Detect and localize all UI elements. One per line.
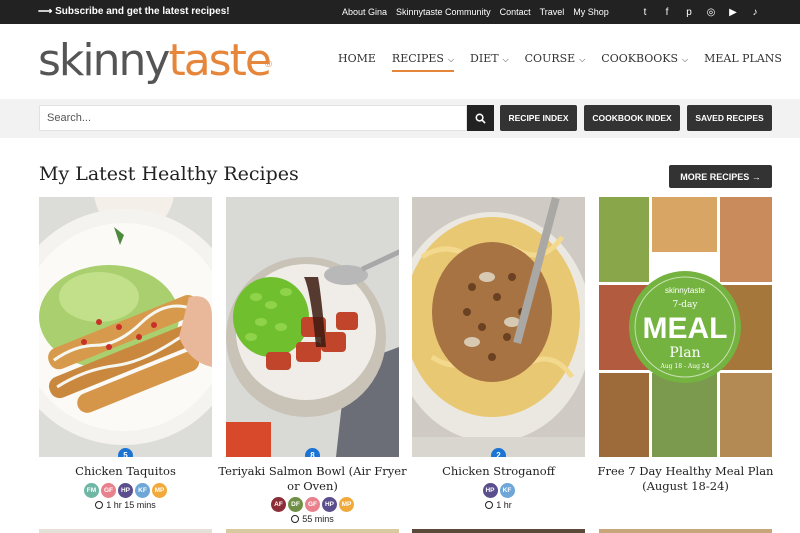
tag-df[interactable]: DF bbox=[288, 497, 303, 512]
cook-time-value: 1 hr 15 mins bbox=[106, 500, 156, 510]
clock-icon bbox=[485, 501, 494, 509]
tag-mp[interactable]: MP bbox=[339, 497, 354, 512]
tag-fm[interactable]: FM bbox=[84, 483, 99, 498]
youtube-icon[interactable]: ▶ bbox=[722, 7, 744, 18]
search-button[interactable] bbox=[467, 105, 494, 131]
diet-tags: FM GF HP KF MP bbox=[39, 483, 212, 498]
top-bar: ⟶ Subscribe and get the latest recipes! … bbox=[0, 0, 800, 24]
nav-cookbooks[interactable]: COOKBOOKS ⌵ bbox=[601, 52, 688, 72]
nav-course-label: COURSE bbox=[524, 52, 576, 65]
tiktok-icon[interactable]: ♪ bbox=[744, 7, 766, 18]
saved-recipes-button[interactable]: SAVED RECIPES bbox=[687, 105, 772, 131]
recipe-card[interactable]: skinnytaste 7-day MEAL Plan Aug 18 - Aug… bbox=[598, 197, 773, 493]
nav-meal-plans[interactable]: MEAL PLANS bbox=[704, 52, 782, 72]
cook-time: 55 mins bbox=[226, 514, 399, 524]
nav-home-label: HOME bbox=[338, 52, 376, 65]
twitter-icon[interactable]: t bbox=[634, 7, 656, 18]
chevron-down-icon: ⌵ bbox=[682, 55, 689, 64]
about-gina-link[interactable]: About Gina bbox=[342, 7, 387, 17]
clock-icon bbox=[291, 515, 300, 523]
recipe-title[interactable]: Chicken Taquitos bbox=[29, 464, 222, 479]
nav-meal-plans-label: MEAL PLANS bbox=[704, 52, 782, 65]
nav-cookbooks-label: COOKBOOKS bbox=[601, 52, 679, 65]
site-logo[interactable]: skinnytaste ® bbox=[38, 34, 273, 88]
chevron-down-icon: ⌵ bbox=[502, 55, 509, 64]
recipe-index-button[interactable]: RECIPE INDEX bbox=[500, 105, 577, 131]
diet-tags: AF DF GF HP MP bbox=[226, 497, 399, 512]
pinterest-icon[interactable]: p bbox=[678, 7, 700, 18]
top-links: About Gina Skinnytaste Community Contact… bbox=[342, 0, 618, 24]
nav-course[interactable]: COURSE ⌵ bbox=[525, 52, 586, 72]
recipe-title[interactable]: Teriyaki Salmon Bowl (Air Fryer or Oven) bbox=[216, 464, 409, 494]
travel-link[interactable]: Travel bbox=[540, 7, 565, 17]
next-row-card bbox=[39, 529, 212, 533]
social-links: t f p ◎ ▶ ♪ bbox=[634, 0, 766, 24]
meal-plan-line3: Plan bbox=[669, 345, 700, 361]
tag-hp[interactable]: HP bbox=[482, 483, 498, 498]
logo-part-taste: taste bbox=[168, 35, 271, 86]
chevron-down-icon: ⌵ bbox=[447, 55, 455, 64]
recipe-card[interactable]: 8 Teriyaki Salmon Bowl (Air Fryer or Ove… bbox=[218, 197, 407, 524]
tag-hp[interactable]: HP bbox=[322, 497, 337, 512]
logo-part-skinny: skinny bbox=[38, 35, 170, 86]
recipe-title[interactable]: Chicken Stroganoff bbox=[402, 464, 595, 479]
nav-home[interactable]: HOME bbox=[338, 52, 376, 72]
meal-plan-dates: Aug 18 - Aug 24 bbox=[659, 363, 709, 370]
meal-plan-brand: skinnytaste bbox=[665, 286, 706, 295]
instagram-icon[interactable]: ◎ bbox=[700, 7, 722, 18]
tag-hp[interactable]: HP bbox=[118, 483, 133, 498]
search-icon bbox=[475, 113, 486, 124]
diet-tags: HP KF bbox=[412, 483, 585, 498]
facebook-icon[interactable]: f bbox=[656, 7, 678, 18]
cook-time-value: 55 mins bbox=[302, 514, 334, 524]
my-shop-link[interactable]: My Shop bbox=[573, 7, 609, 17]
tag-af[interactable]: AF bbox=[271, 497, 286, 512]
nav-recipes-label: RECIPES bbox=[391, 52, 444, 65]
recipe-image[interactable]: 2 bbox=[412, 197, 585, 457]
rating-count-badge: 5 bbox=[118, 448, 133, 457]
nav-diet[interactable]: DIET ⌵ bbox=[470, 52, 509, 72]
search-input[interactable] bbox=[39, 105, 467, 131]
next-row-card bbox=[226, 529, 399, 533]
rating-count-badge: 8 bbox=[305, 448, 320, 457]
tag-gf[interactable]: GF bbox=[101, 483, 116, 498]
tag-kf[interactable]: KF bbox=[499, 483, 515, 498]
recipe-image[interactable]: skinnytaste 7-day MEAL Plan Aug 18 - Aug… bbox=[599, 197, 772, 457]
subscribe-link[interactable]: ⟶ Subscribe and get the latest recipes! bbox=[38, 0, 230, 24]
chevron-down-icon: ⌵ bbox=[579, 55, 586, 64]
cook-time-value: 1 hr bbox=[496, 500, 512, 510]
recipe-image[interactable]: 8 bbox=[226, 197, 399, 457]
contact-link[interactable]: Contact bbox=[500, 7, 531, 17]
search-band: RECIPE INDEX COOKBOOK INDEX SAVED RECIPE… bbox=[0, 99, 800, 138]
meal-plan-line1: 7-day bbox=[673, 300, 699, 310]
section-title: My Latest Healthy Recipes bbox=[39, 163, 299, 185]
more-recipes-button[interactable]: MORE RECIPES → bbox=[669, 165, 772, 188]
main-nav: HOME RECIPES ⌵ DIET ⌵ COURSE ⌵ COOKBOOKS ⌵ M… bbox=[338, 52, 798, 72]
recipe-card[interactable]: 5 Chicken Taquitos FM GF HP KF MP 1 hr 1… bbox=[39, 197, 212, 510]
logo-registered: ® bbox=[264, 60, 273, 70]
tag-gf[interactable]: GF bbox=[305, 497, 320, 512]
next-row-card bbox=[599, 529, 772, 533]
cook-time: 1 hr bbox=[412, 500, 585, 510]
rating-count-badge: 2 bbox=[491, 448, 506, 457]
nav-diet-label: DIET bbox=[470, 52, 499, 65]
recipe-title[interactable]: Free 7 Day Healthy Meal Plan (August 18-… bbox=[589, 464, 782, 494]
tag-kf[interactable]: KF bbox=[135, 483, 150, 498]
recipe-card[interactable]: 2 Chicken Stroganoff HP KF 1 hr bbox=[412, 197, 585, 510]
site-header: skinnytaste ® HOME RECIPES ⌵ DIET ⌵ COURSE… bbox=[0, 24, 800, 99]
nav-recipes[interactable]: RECIPES ⌵ bbox=[391, 52, 455, 72]
meal-plan-line2: MEAL bbox=[643, 312, 728, 345]
cook-time: 1 hr 15 mins bbox=[39, 500, 212, 510]
tag-mp[interactable]: MP bbox=[152, 483, 167, 498]
community-link[interactable]: Skinnytaste Community bbox=[396, 7, 491, 17]
recipe-image[interactable]: 5 bbox=[39, 197, 212, 457]
clock-icon bbox=[95, 501, 104, 509]
next-row-card bbox=[412, 529, 585, 533]
cookbook-index-button[interactable]: COOKBOOK INDEX bbox=[584, 105, 680, 131]
